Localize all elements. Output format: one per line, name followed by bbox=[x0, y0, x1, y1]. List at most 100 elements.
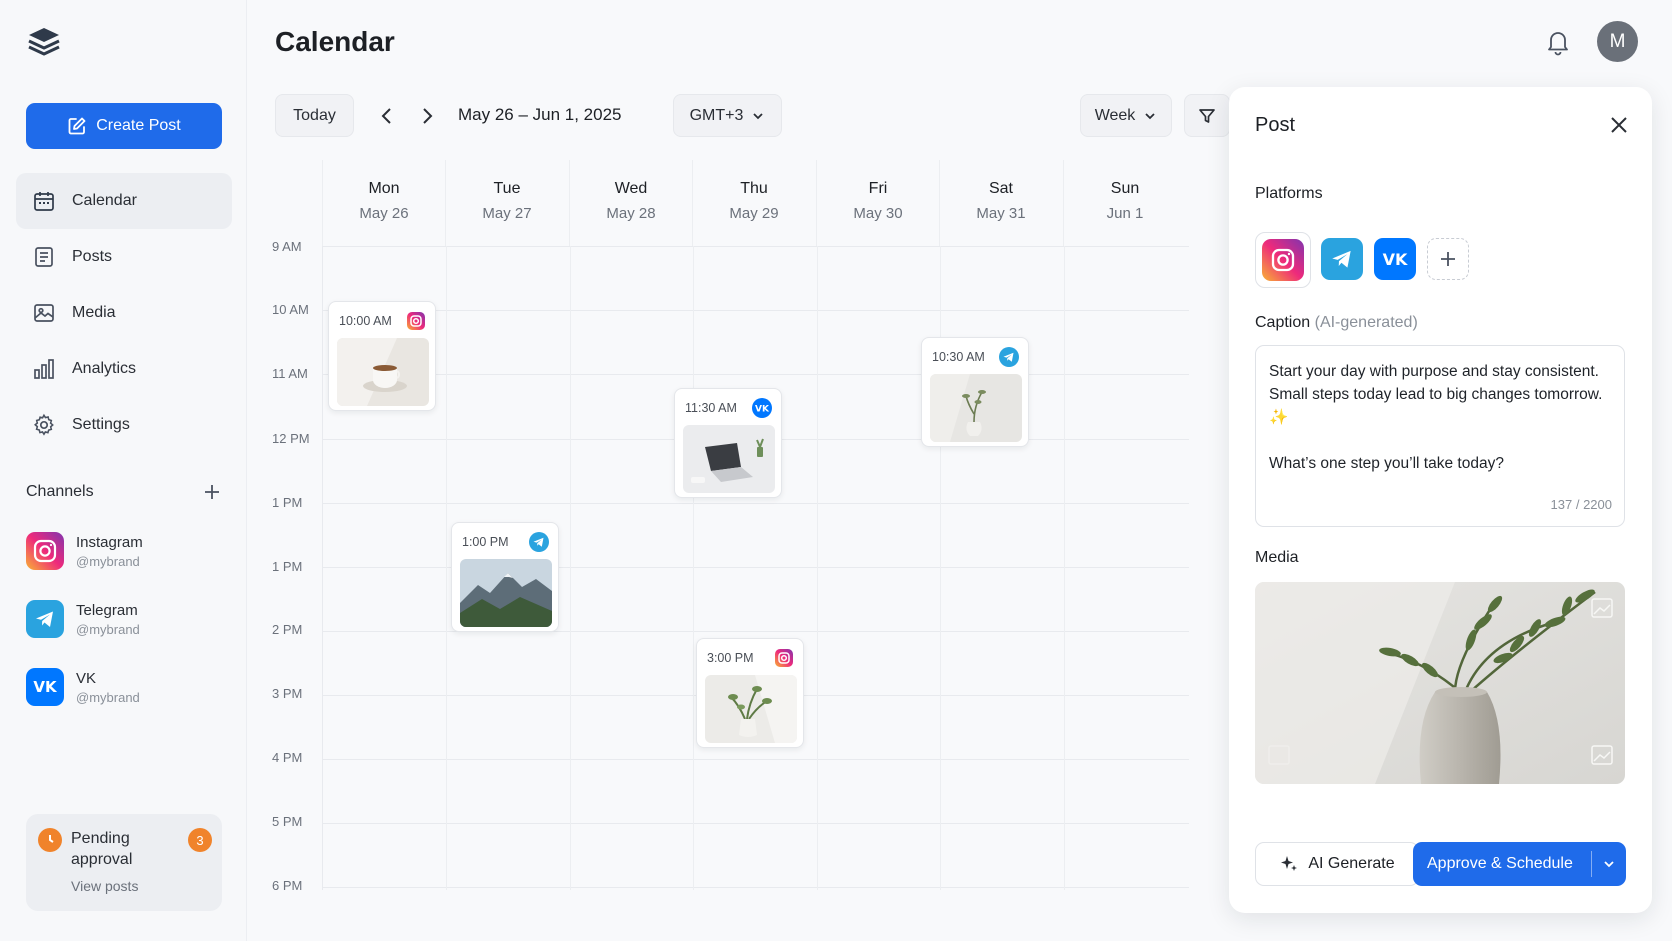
layers-logo-icon[interactable] bbox=[26, 24, 62, 60]
event-card[interactable]: 10:00 AM bbox=[328, 301, 436, 411]
create-post-button[interactable]: Create Post bbox=[26, 103, 222, 149]
nav-label: Posts bbox=[72, 248, 113, 265]
pending-title: Pending approval bbox=[71, 830, 133, 868]
chevron-down-icon[interactable] bbox=[1592, 857, 1626, 871]
chevron-down-icon bbox=[751, 109, 765, 123]
nav-item-settings[interactable]: Settings bbox=[16, 397, 232, 453]
nav-item-calendar[interactable]: Calendar bbox=[16, 173, 232, 229]
hour-label: 5 PM bbox=[272, 814, 303, 829]
channel-instagram[interactable]: Instagram @mybrand bbox=[26, 527, 226, 575]
telegram-icon[interactable] bbox=[1321, 238, 1363, 280]
timezone-value: GMT+3 bbox=[689, 106, 744, 124]
chevron-right-icon[interactable] bbox=[415, 104, 439, 128]
mountain-photo bbox=[460, 559, 552, 627]
bar-chart-icon bbox=[32, 357, 56, 381]
page-title: Calendar bbox=[275, 26, 395, 57]
hour-label: 9 AM bbox=[272, 239, 302, 254]
event-time: 11:30 AM bbox=[685, 401, 737, 415]
day-name: Sat bbox=[988, 180, 1013, 197]
vk-icon: VK bbox=[752, 398, 772, 418]
date-range: May 26 – Jun 1, 2025 bbox=[458, 105, 622, 124]
ai-generate-label: AI Generate bbox=[1308, 855, 1395, 872]
day-name: Sun bbox=[1110, 180, 1140, 197]
event-time: 10:30 AM bbox=[932, 350, 985, 364]
day-date: Jun 1 bbox=[1106, 205, 1144, 222]
view-posts-link[interactable]: View posts bbox=[71, 878, 138, 894]
bell-icon[interactable] bbox=[1545, 28, 1571, 56]
view-select[interactable]: Week bbox=[1080, 94, 1172, 137]
nav-item-analytics[interactable]: Analytics bbox=[16, 341, 232, 397]
channel-name: Telegram bbox=[76, 601, 138, 619]
timezone-select[interactable]: GMT+3 bbox=[673, 94, 782, 137]
nav-item-posts[interactable]: Posts bbox=[16, 229, 232, 285]
telegram-icon bbox=[529, 532, 549, 552]
channels-header: Channels bbox=[26, 482, 222, 502]
week-calendar: Mon May 26 Tue May 27 Wed May 28 Thu May… bbox=[262, 160, 1192, 893]
nav-label: Media bbox=[72, 304, 116, 321]
event-card[interactable]: 3:00 PM bbox=[696, 638, 804, 748]
coffee-cup-photo bbox=[337, 338, 429, 406]
channel-vk[interactable]: VK VK @mybrand bbox=[26, 663, 226, 711]
day-date: May 26 bbox=[359, 205, 409, 222]
filter-button[interactable] bbox=[1184, 94, 1230, 137]
approve-schedule-button[interactable]: Approve & Schedule bbox=[1413, 842, 1626, 886]
event-card[interactable]: 1:00 PM bbox=[451, 522, 559, 632]
gear-icon bbox=[32, 413, 56, 437]
filter-icon bbox=[1197, 106, 1217, 126]
day-header-sat: Sat May 31 bbox=[939, 180, 1063, 222]
nav-label: Analytics bbox=[72, 360, 137, 377]
svg-text:VK: VK bbox=[755, 405, 770, 415]
day-date: May 27 bbox=[482, 205, 532, 222]
calendar-icon bbox=[32, 189, 56, 213]
add-channel-plus-icon[interactable] bbox=[202, 482, 222, 502]
vk-icon[interactable]: VK bbox=[1374, 238, 1416, 280]
hour-label: 1 PM bbox=[272, 559, 303, 574]
sparkle-icon bbox=[1279, 854, 1299, 874]
hour-label: 11 AM bbox=[272, 366, 308, 381]
media-label: Media bbox=[1255, 549, 1299, 566]
today-button[interactable]: Today bbox=[275, 94, 354, 137]
media-preview[interactable] bbox=[1255, 582, 1625, 784]
hour-label: 6 PM bbox=[272, 878, 303, 893]
chevron-down-icon bbox=[1143, 109, 1157, 123]
ai-generate-button[interactable]: AI Generate bbox=[1255, 842, 1419, 886]
panel-title: Post bbox=[1255, 114, 1296, 136]
caption-label-text: Caption bbox=[1255, 314, 1311, 331]
post-panel: Post Platforms VK Caption (AI-generated)… bbox=[1229, 87, 1652, 913]
channel-telegram[interactable]: Telegram @mybrand bbox=[26, 595, 226, 643]
caption-textarea[interactable]: Start your day with purpose and stay con… bbox=[1255, 345, 1625, 527]
day-header-mon: Mon May 26 bbox=[322, 180, 446, 222]
hour-label: 1 PM bbox=[272, 495, 303, 510]
instagram-icon[interactable] bbox=[1262, 239, 1304, 281]
event-card[interactable]: 11:30 AM VK bbox=[674, 388, 782, 498]
day-name: Thu bbox=[740, 180, 768, 197]
caption-char-count: 137 / 2200 bbox=[1550, 497, 1612, 512]
nav-label: Calendar bbox=[72, 192, 137, 209]
channel-handle: @mybrand bbox=[76, 553, 140, 569]
main-nav: Calendar Posts Media Analytics Settings bbox=[16, 173, 232, 453]
channel-handle: @mybrand bbox=[76, 689, 140, 705]
create-post-label: Create Post bbox=[96, 117, 181, 134]
pending-approval-card[interactable]: Pending approval 3 View posts bbox=[26, 814, 222, 911]
nav-item-media[interactable]: Media bbox=[16, 285, 232, 341]
day-header-wed: Wed May 28 bbox=[569, 180, 693, 222]
platforms-label: Platforms bbox=[1255, 185, 1323, 202]
add-platform-plus-icon[interactable] bbox=[1427, 238, 1469, 280]
vk-icon: VK bbox=[26, 668, 64, 706]
edit-icon bbox=[67, 116, 87, 136]
telegram-icon bbox=[999, 347, 1019, 367]
vase-branch-photo bbox=[930, 374, 1022, 442]
telegram-icon bbox=[26, 600, 64, 638]
day-header-thu: Thu May 29 bbox=[692, 180, 816, 222]
chevron-left-icon[interactable] bbox=[375, 104, 399, 128]
laptop-desk-photo bbox=[683, 425, 775, 493]
event-card[interactable]: 10:30 AM bbox=[921, 337, 1029, 447]
document-icon bbox=[32, 245, 56, 269]
instagram-icon bbox=[26, 532, 64, 570]
event-time: 1:00 PM bbox=[462, 535, 509, 549]
close-icon[interactable] bbox=[1607, 113, 1631, 137]
clock-icon bbox=[38, 828, 62, 852]
hour-label: 3 PM bbox=[272, 686, 303, 701]
instagram-icon bbox=[774, 648, 794, 668]
user-avatar[interactable]: M bbox=[1597, 21, 1638, 62]
